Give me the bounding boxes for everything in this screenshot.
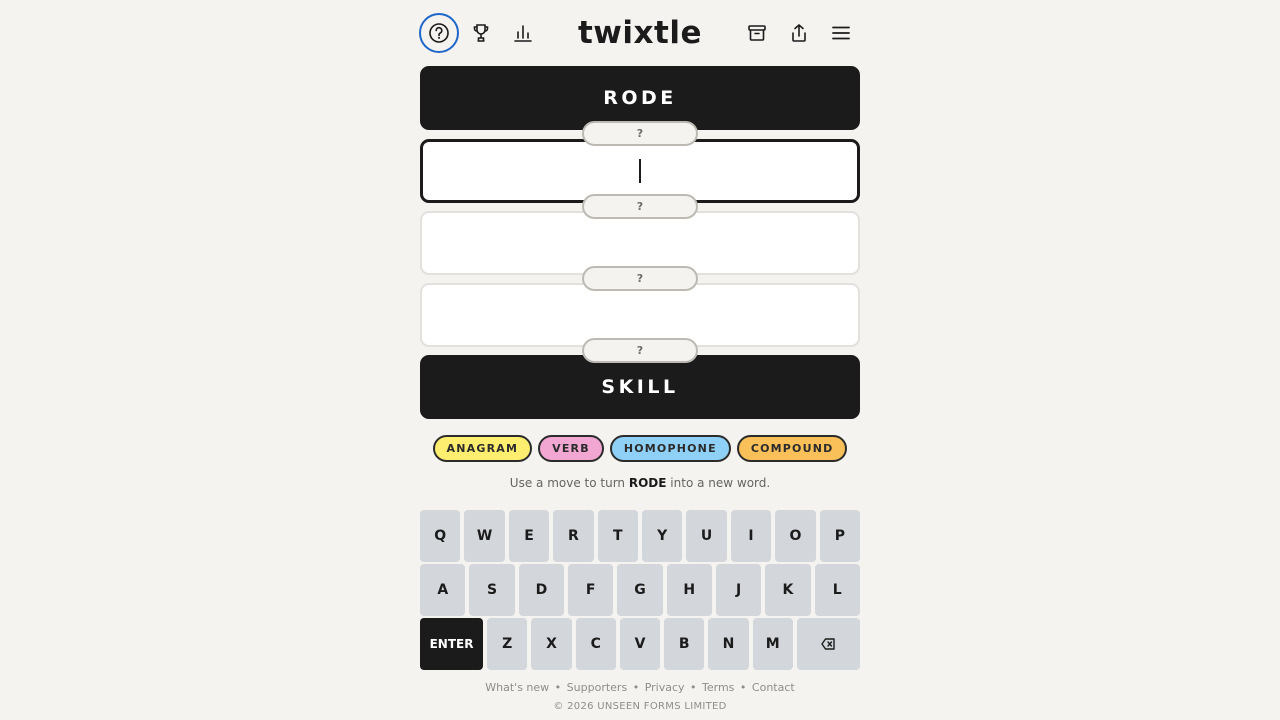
key-v[interactable]: V (619, 618, 661, 670)
archive-button[interactable] (737, 13, 777, 53)
footer-link-supporters[interactable]: Supporters (567, 681, 628, 694)
key-p[interactable]: P (819, 510, 861, 562)
header: twixtle (419, 13, 861, 53)
footer-separator: • (739, 681, 747, 694)
key-e[interactable]: E (508, 510, 550, 562)
key-c[interactable]: C (575, 618, 616, 670)
tag-anagram[interactable]: ANAGRAM (432, 435, 533, 462)
menu-icon (832, 26, 850, 40)
key-g[interactable]: G (617, 564, 663, 616)
footer-separator: • (632, 681, 640, 694)
key-j[interactable]: J (715, 564, 762, 616)
move-connector-3[interactable]: ? (582, 266, 698, 291)
keyboard-row-1: QWERTYUIOP (419, 510, 861, 562)
key-w[interactable]: W (464, 510, 505, 562)
key-m[interactable]: M (752, 618, 793, 670)
tag-verb[interactable]: VERB (538, 435, 604, 462)
keyboard-row-3: ENTER ZXCVBNM (419, 618, 861, 670)
key-x[interactable]: X (531, 618, 572, 670)
archive-icon (748, 25, 766, 41)
end-word: SKILL (420, 355, 860, 419)
key-o[interactable]: O (775, 510, 816, 562)
tag-homophone[interactable]: HOMOPHONE (609, 435, 731, 462)
keyboard-row-2: ASDFGHJKL (420, 564, 860, 616)
key-u[interactable]: U (686, 510, 727, 562)
key-y[interactable]: Y (642, 510, 683, 562)
backspace-icon (821, 638, 836, 650)
key-r[interactable]: R (553, 510, 594, 562)
footer-links: What's new • Supporters • Privacy • Term… (0, 681, 1280, 694)
key-z[interactable]: Z (487, 618, 528, 670)
key-b[interactable]: B (664, 618, 705, 670)
move-connector-1[interactable]: ? (582, 121, 698, 146)
text-cursor (639, 159, 641, 183)
tag-compound[interactable]: COMPOUND (736, 435, 848, 462)
footer-link-terms[interactable]: Terms (702, 681, 734, 694)
move-connector-2[interactable]: ? (582, 194, 698, 219)
key-a[interactable]: A (420, 564, 466, 616)
enter-key[interactable]: ENTER (419, 618, 484, 670)
key-s[interactable]: S (469, 564, 515, 616)
key-h[interactable]: H (666, 564, 712, 616)
copyright: © 2026 UNSEEN FORMS LIMITED (553, 701, 727, 712)
share-icon (792, 24, 806, 42)
footer-separator: • (690, 681, 697, 694)
share-button[interactable] (779, 13, 819, 53)
footer-link-contact[interactable]: Contact (752, 681, 795, 694)
backspace-key[interactable] (796, 618, 861, 670)
menu-button[interactable] (821, 13, 861, 53)
footer-link-privacy[interactable]: Privacy (645, 681, 685, 694)
key-d[interactable]: D (518, 564, 565, 616)
footer-link-what-s-new[interactable]: What's new (485, 681, 549, 694)
hint-word: RODE (628, 476, 667, 490)
key-l[interactable]: L (814, 564, 860, 616)
footer-separator: • (554, 681, 562, 694)
key-i[interactable]: I (730, 510, 772, 562)
key-t[interactable]: T (597, 510, 638, 562)
key-q[interactable]: Q (419, 510, 461, 562)
move-connector-4[interactable]: ? (582, 338, 698, 363)
key-f[interactable]: F (568, 564, 614, 616)
move-tags: ANAGRAM VERB HOMOPHONE COMPOUND (0, 435, 1280, 462)
hint-prefix: Use a move to turn (509, 476, 626, 490)
hint-text: Use a move to turn RODE into a new word. (0, 476, 1280, 490)
key-n[interactable]: N (708, 618, 749, 670)
hint-suffix: into a new word. (670, 476, 771, 490)
key-k[interactable]: K (765, 564, 811, 616)
